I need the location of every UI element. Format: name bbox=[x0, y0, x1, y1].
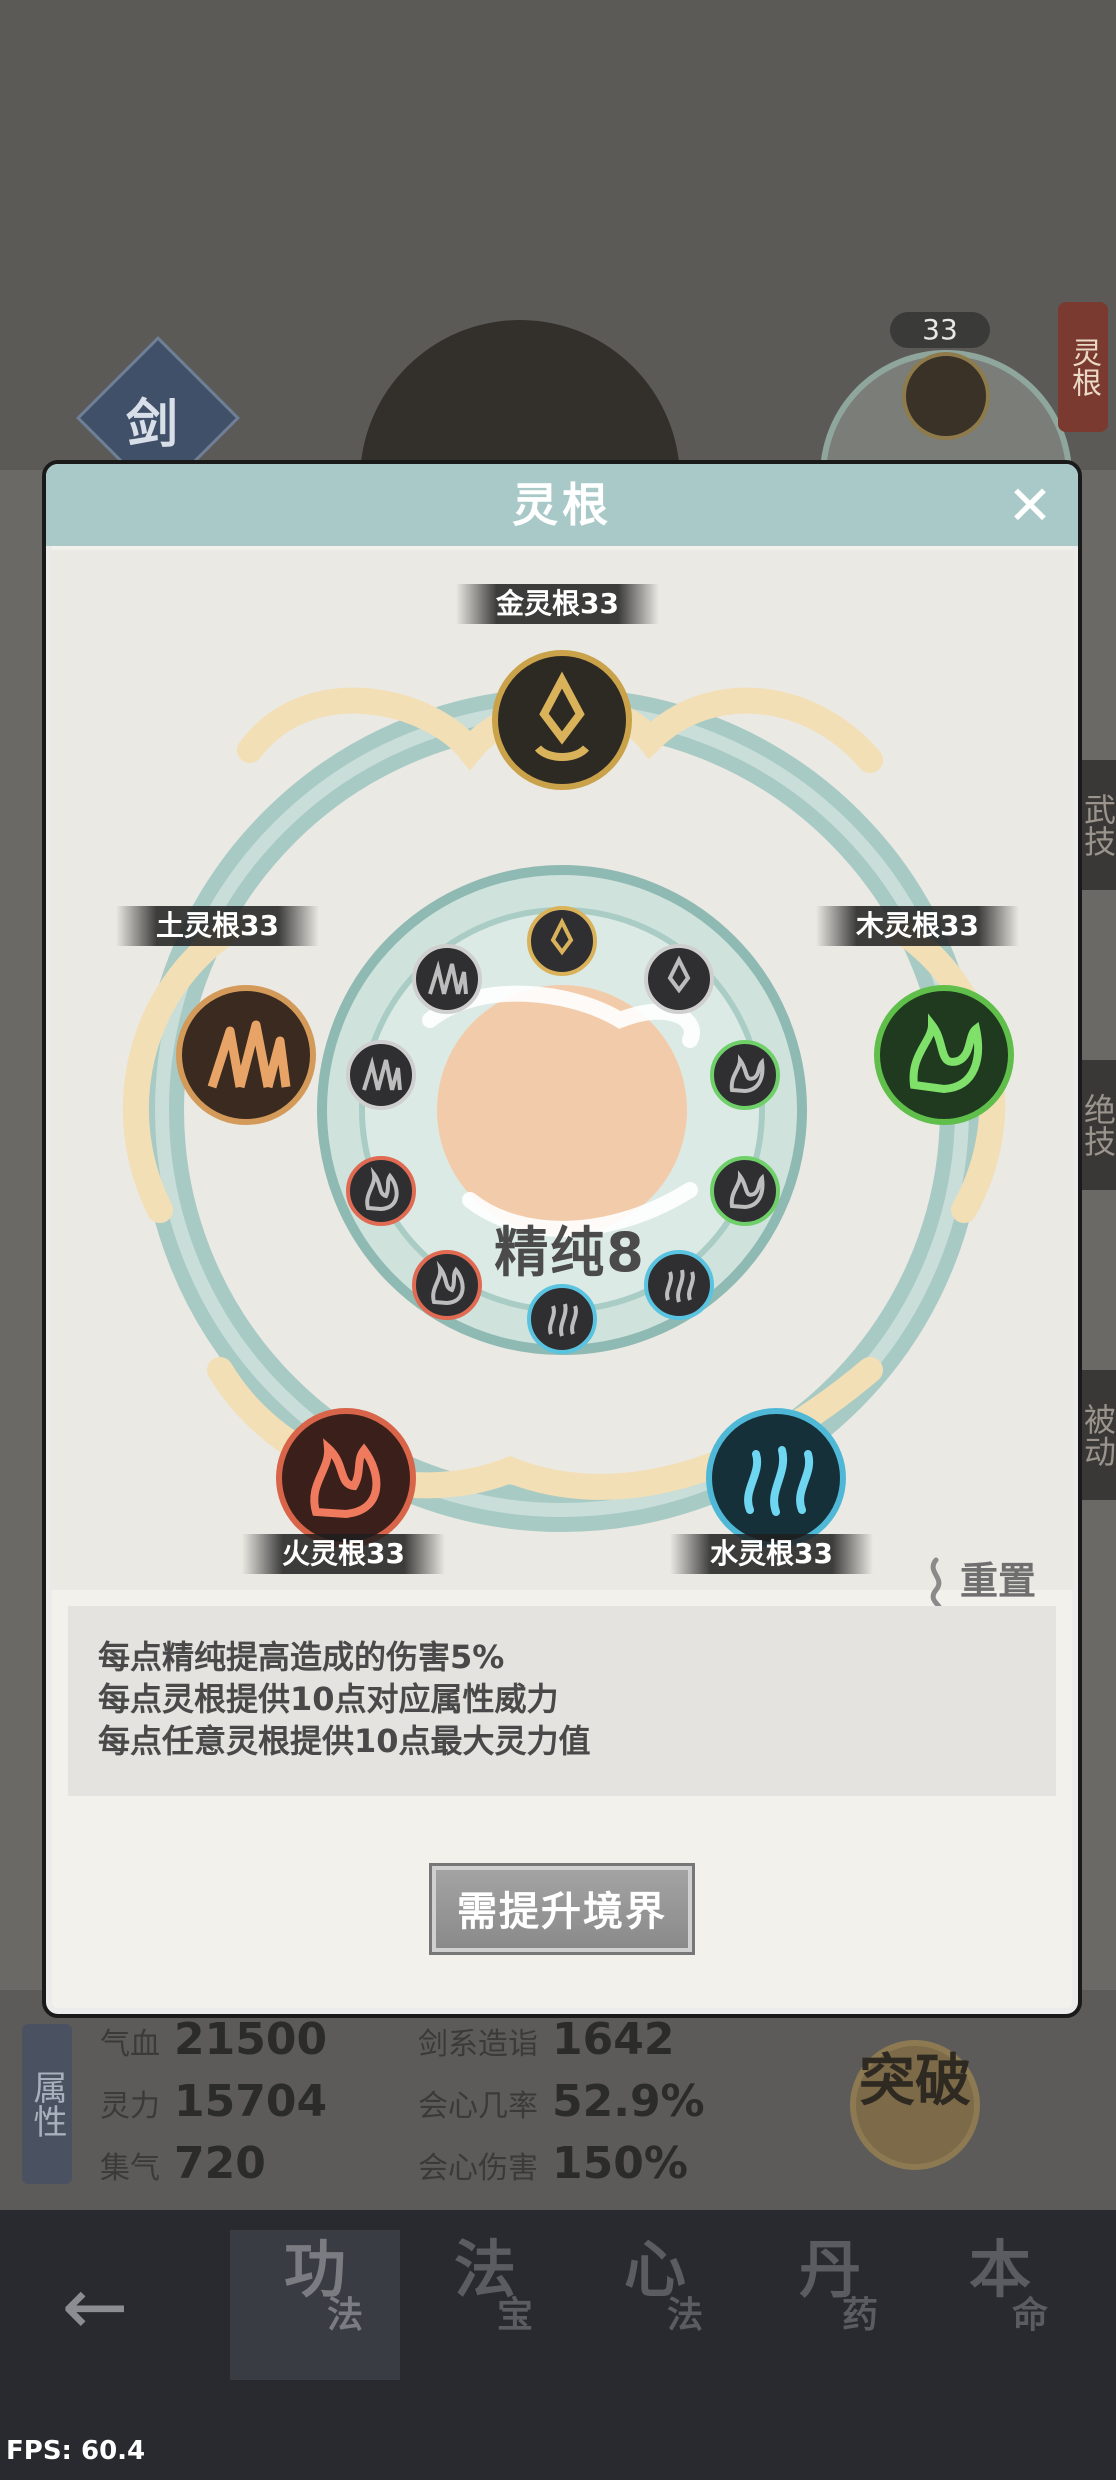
upgrade-realm-button[interactable]: 需提升境界 bbox=[429, 1863, 695, 1955]
side-tab-martial[interactable]: 武技 bbox=[1079, 760, 1116, 890]
nav-tab-skills[interactable]: 功法 bbox=[230, 2230, 400, 2380]
nav-tab-pills[interactable]: 丹药 bbox=[745, 2230, 915, 2380]
stat-spirit-label: 灵力 bbox=[100, 2089, 160, 2124]
metal-root-icon[interactable] bbox=[492, 650, 632, 790]
stat-gather-label: 集气 bbox=[100, 2151, 160, 2186]
stat-sword-value: 1642 bbox=[552, 2014, 675, 2065]
reset-button[interactable]: 重置 bbox=[960, 1550, 1036, 1605]
earth-root-icon[interactable] bbox=[176, 985, 316, 1125]
water-root-icon[interactable] bbox=[706, 1408, 846, 1548]
small-root-node[interactable] bbox=[644, 944, 714, 1014]
description-line: 每点精纯提高造成的伤害5% bbox=[98, 1638, 505, 1676]
stat-hp: 气血 21500 bbox=[100, 2014, 327, 2065]
stat-hp-value: 21500 bbox=[174, 2014, 328, 2065]
small-root-node[interactable] bbox=[527, 906, 597, 976]
stats-section-label: 属性 bbox=[22, 2024, 72, 2184]
skill-badge-label: 剑 bbox=[126, 395, 179, 455]
level-badge: 33 bbox=[890, 312, 990, 348]
back-arrow-icon[interactable]: ← bbox=[50, 2262, 140, 2352]
stat-crit-dmg-value: 150% bbox=[552, 2138, 688, 2189]
spirit-root-modal: 灵根 ✕ 金灵根33 土灵根33 木灵根33 火灵根33 水灵根33 精纯8 重… bbox=[42, 460, 1082, 2018]
stat-spirit: 灵力 15704 bbox=[100, 2076, 327, 2127]
small-root-node[interactable] bbox=[412, 944, 482, 1014]
metal-root-label: 金灵根33 bbox=[456, 584, 659, 624]
water-root-label: 水灵根33 bbox=[670, 1534, 873, 1574]
earth-root-label: 土灵根33 bbox=[116, 906, 319, 946]
modal-title: 灵根 bbox=[512, 478, 612, 532]
nav-tab-natal[interactable]: 本命 bbox=[915, 2230, 1085, 2380]
nav-tab-mind[interactable]: 心法 bbox=[570, 2230, 740, 2380]
small-root-node[interactable] bbox=[346, 1156, 416, 1226]
nav-tab-treasure[interactable]: 法宝 bbox=[400, 2230, 570, 2380]
side-tab-passive[interactable]: 被动 bbox=[1079, 1370, 1116, 1500]
small-root-node[interactable] bbox=[710, 1156, 780, 1226]
description-box: 每点精纯提高造成的伤害5% 每点灵根提供10点对应属性威力 每点任意灵根提供10… bbox=[68, 1606, 1056, 1796]
fps-counter: FPS: 60.4 bbox=[6, 2436, 146, 2466]
stat-crit-rate-label: 会心几率 bbox=[418, 2089, 538, 2124]
description-line: 每点任意灵根提供10点最大灵力值 bbox=[98, 1722, 591, 1760]
small-root-node[interactable] bbox=[527, 1284, 597, 1354]
reset-icon[interactable] bbox=[916, 1554, 956, 1614]
fire-root-label: 火灵根33 bbox=[242, 1534, 445, 1574]
description-line: 每点灵根提供10点对应属性威力 bbox=[98, 1680, 559, 1718]
stat-crit-dmg: 会心伤害 150% bbox=[418, 2138, 688, 2189]
spirit-root-wheel: 金灵根33 土灵根33 木灵根33 火灵根33 水灵根33 精纯8 重置 bbox=[50, 550, 1074, 1614]
close-icon[interactable]: ✕ bbox=[1002, 478, 1058, 534]
stat-hp-label: 气血 bbox=[100, 2027, 160, 2062]
stat-gather-value: 720 bbox=[174, 2138, 266, 2189]
wood-root-icon[interactable] bbox=[874, 985, 1014, 1125]
fire-root-icon[interactable] bbox=[276, 1408, 416, 1548]
breakthrough-button[interactable]: 突破 bbox=[850, 2040, 980, 2170]
small-root-node[interactable] bbox=[346, 1040, 416, 1110]
stat-crit-rate: 会心几率 52.9% bbox=[418, 2076, 705, 2127]
stat-sword: 剑系造诣 1642 bbox=[418, 2014, 674, 2065]
stat-gather: 集气 720 bbox=[100, 2138, 266, 2189]
wood-root-label: 木灵根33 bbox=[816, 906, 1019, 946]
stat-sword-label: 剑系造诣 bbox=[418, 2027, 538, 2062]
stat-crit-rate-value: 52.9% bbox=[552, 2076, 705, 2127]
spirit-root-tag[interactable]: 灵根 bbox=[1058, 302, 1108, 432]
purity-label: 精纯8 bbox=[494, 1221, 646, 1284]
stat-spirit-value: 15704 bbox=[174, 2076, 328, 2127]
side-tab-ultimate[interactable]: 绝技 bbox=[1079, 1060, 1116, 1190]
small-root-node[interactable] bbox=[710, 1040, 780, 1110]
metal-root-preview-icon bbox=[902, 352, 990, 440]
stat-crit-dmg-label: 会心伤害 bbox=[418, 2151, 538, 2186]
